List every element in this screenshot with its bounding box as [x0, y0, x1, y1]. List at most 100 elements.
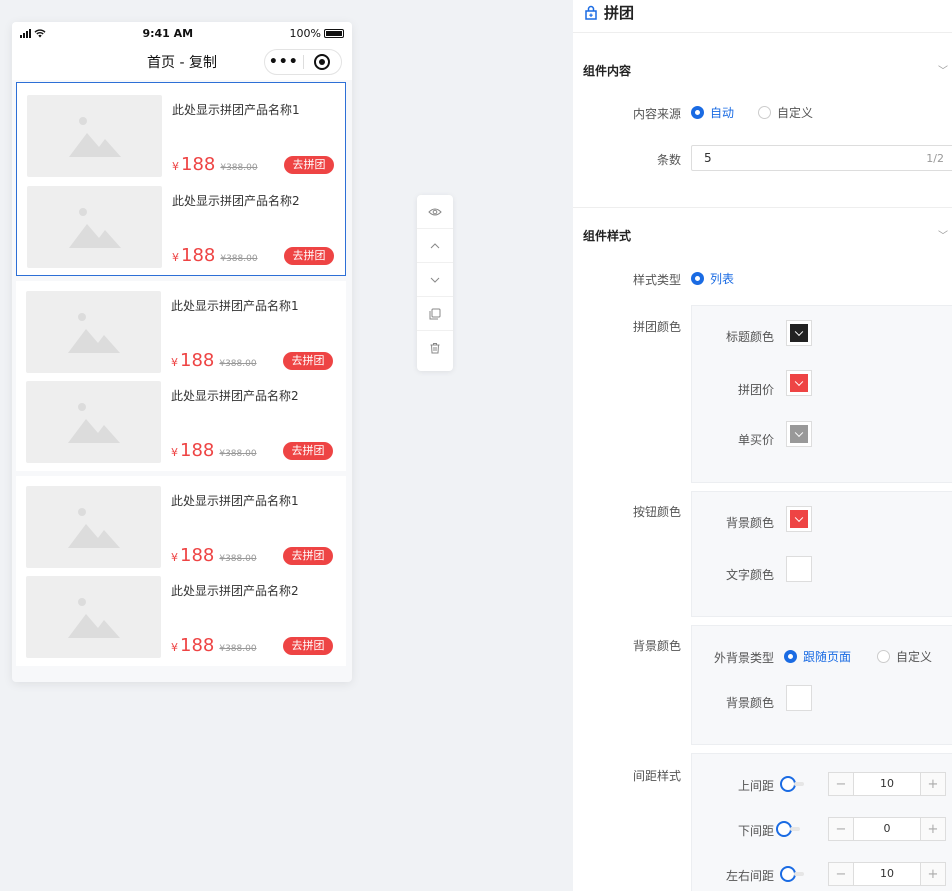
signal-wifi	[20, 28, 46, 38]
single-price-color-swatch[interactable]	[786, 421, 812, 447]
count-counter: 1/2	[926, 151, 944, 165]
join-group-button[interactable]: 去拼团	[283, 637, 333, 655]
bg-color-label: 背景颜色	[632, 639, 681, 653]
image-placeholder-icon	[68, 403, 120, 443]
currency-symbol: ¥	[172, 160, 179, 173]
target-icon	[314, 54, 331, 70]
image-placeholder-icon	[69, 117, 121, 157]
radio-label: 列表	[710, 272, 735, 286]
component-toolbar	[417, 195, 453, 371]
toggle-track	[794, 782, 804, 786]
radio-dot	[691, 106, 704, 119]
top-spacing-stepper[interactable]: − 10 +	[828, 772, 946, 796]
single-price: ¥388.00	[219, 644, 257, 654]
bottom-spacing-stepper[interactable]: − 0 +	[828, 817, 946, 841]
product-item[interactable]: 此处显示拼团产品名称2 ¥188 ¥388.00 去拼团	[26, 381, 336, 463]
decrement-button[interactable]: −	[829, 863, 853, 885]
currency-symbol: ¥	[171, 641, 178, 654]
chevron-down-icon	[430, 277, 440, 283]
join-group-button[interactable]: 去拼团	[284, 247, 334, 265]
group-color-box: 标题颜色 拼团价 单买价	[691, 305, 952, 483]
outer-bg-radio-custom[interactable]: 自定义	[877, 648, 932, 665]
decrement-button[interactable]: −	[829, 818, 853, 840]
move-down-button[interactable]	[417, 263, 453, 297]
button-text-color-swatch[interactable]	[786, 556, 812, 582]
count-label: 条数	[656, 153, 681, 167]
move-up-button[interactable]	[417, 229, 453, 263]
group-price: 188	[180, 440, 215, 461]
groupbuy-component[interactable]: 此处显示拼团产品名称1 ¥188 ¥388.00 去拼团 此处显示拼团产品名称2 …	[16, 281, 346, 471]
product-item[interactable]: 此处显示拼团产品名称2 ¥188 ¥388.00 去拼团	[27, 186, 337, 268]
join-group-button[interactable]: 去拼团	[283, 547, 333, 565]
copy-component-button[interactable]	[417, 297, 453, 331]
toggle-track	[794, 872, 804, 876]
title-color-label: 标题颜色	[725, 330, 774, 344]
toggle-visibility-button[interactable]	[417, 195, 453, 229]
groupbuy-component-selected[interactable]: 此处显示拼团产品名称1 ¥188 ¥388.00 去拼团 此处显示拼团产品名称2 …	[16, 82, 346, 276]
product-name: 此处显示拼团产品名称1	[171, 494, 299, 508]
join-group-button[interactable]: 去拼团	[283, 352, 333, 370]
side-spacing-label: 左右间距	[725, 869, 774, 883]
outer-bg-radio-follow[interactable]: 跟随页面	[784, 648, 851, 665]
image-placeholder-icon	[69, 208, 121, 248]
join-group-button[interactable]: 去拼团	[284, 156, 334, 174]
button-bg-color-swatch[interactable]	[786, 506, 812, 532]
count-input[interactable]: 5 1/2	[691, 145, 952, 171]
source-radio-auto[interactable]: 自动	[691, 104, 734, 121]
swatch-fill	[790, 425, 808, 443]
group-price: 188	[181, 245, 216, 266]
image-placeholder-icon	[68, 508, 120, 548]
wifi-icon	[34, 28, 46, 37]
product-name: 此处显示拼团产品名称1	[172, 103, 300, 117]
single-price: ¥388.00	[219, 554, 257, 564]
product-item[interactable]: 此处显示拼团产品名称1 ¥188 ¥388.00 去拼团	[27, 95, 337, 177]
product-price: ¥188 ¥388.00	[171, 545, 257, 566]
single-price: ¥388.00	[220, 254, 258, 264]
group-color-label: 拼团颜色	[632, 320, 681, 334]
groupbuy-component[interactable]: 此处显示拼团产品名称1 ¥188 ¥388.00 去拼团 此处显示拼团产品名称2 …	[16, 476, 346, 666]
mini-program-capsule: •••	[264, 49, 342, 75]
stepper-value[interactable]: 0	[853, 818, 921, 840]
section-title-content: 组件内容	[583, 64, 632, 78]
collapse-style-icon[interactable]: ﹀	[938, 227, 948, 242]
button-bg-color-label: 背景颜色	[725, 516, 774, 530]
bottom-spacing-label: 下间距	[737, 824, 774, 838]
currency-symbol: ¥	[171, 356, 178, 369]
inner-bg-color-swatch[interactable]	[786, 685, 812, 711]
increment-button[interactable]: +	[921, 863, 945, 885]
join-group-button[interactable]: 去拼团	[283, 442, 333, 460]
increment-button[interactable]: +	[921, 818, 945, 840]
currency-symbol: ¥	[172, 251, 179, 264]
group-price-color-swatch[interactable]	[786, 370, 812, 396]
count-value: 5	[704, 151, 712, 165]
bg-color-box: 外背景类型 跟随页面 自定义 背景颜色	[691, 625, 952, 745]
collapse-content-icon[interactable]: ﹀	[938, 62, 948, 77]
button-color-label: 按钮颜色	[632, 505, 681, 519]
outer-bg-radio-group: 跟随页面 自定义	[784, 648, 932, 665]
source-radio-custom[interactable]: 自定义	[758, 104, 813, 121]
product-price: ¥188 ¥388.00	[171, 350, 257, 371]
product-item[interactable]: 此处显示拼团产品名称1 ¥188 ¥388.00 去拼团	[26, 486, 336, 568]
stepper-value[interactable]: 10	[853, 773, 921, 795]
increment-button[interactable]: +	[921, 773, 945, 795]
panel-title: 拼团	[583, 2, 634, 23]
product-item[interactable]: 此处显示拼团产品名称1 ¥188 ¥388.00 去拼团	[26, 291, 336, 373]
source-label: 内容来源	[632, 107, 681, 121]
close-target-button[interactable]	[304, 54, 342, 70]
delete-component-button[interactable]	[417, 331, 453, 365]
more-icon[interactable]: •••	[265, 54, 303, 70]
group-price-color-label: 拼团价	[737, 383, 774, 397]
style-type-radio-list[interactable]: 列表	[691, 270, 734, 287]
stepper-value[interactable]: 10	[853, 863, 921, 885]
product-item[interactable]: 此处显示拼团产品名称2 ¥188 ¥388.00 去拼团	[26, 576, 336, 658]
currency-symbol: ¥	[171, 551, 178, 564]
decrement-button[interactable]: −	[829, 773, 853, 795]
copy-icon	[429, 308, 441, 319]
title-color-swatch[interactable]	[786, 320, 812, 346]
settings-panel: 拼团 组件内容 ﹀ 内容来源 自动 自定义 条数 5 1/2 组件样式 ﹀ 样式…	[573, 0, 952, 891]
style-type-label: 样式类型	[632, 273, 681, 287]
single-price: ¥388.00	[219, 449, 257, 459]
side-spacing-stepper[interactable]: − 10 +	[828, 862, 946, 886]
product-image-placeholder	[27, 186, 162, 268]
status-time: 9:41 AM	[142, 26, 194, 40]
